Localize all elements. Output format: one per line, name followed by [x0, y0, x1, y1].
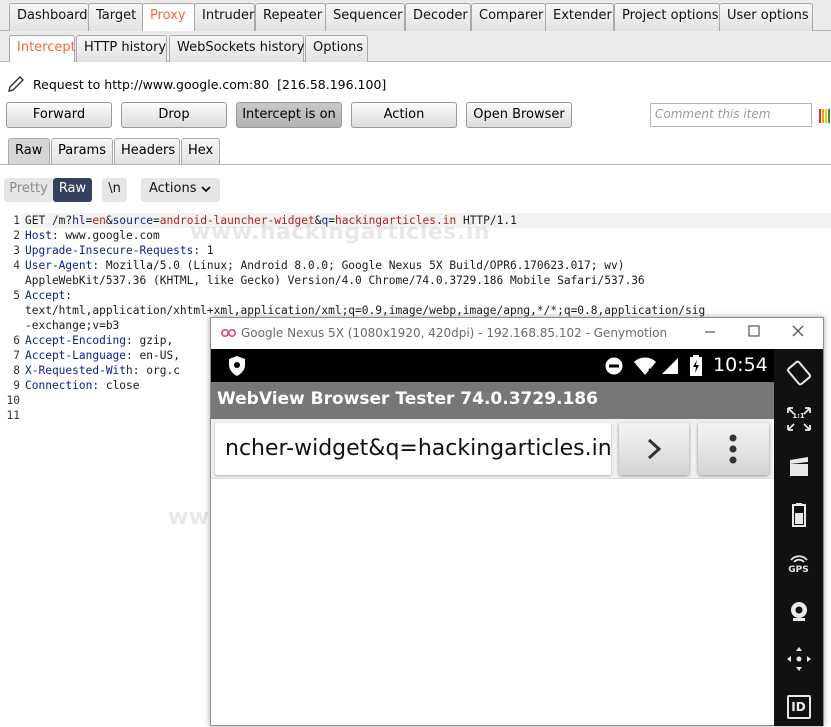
actions-label: Actions — [149, 181, 197, 196]
line-number-gutter: 1 2 3 4 5 6 7 8 9 10 11 — [0, 213, 20, 423]
scale-icon[interactable]: 1:1 — [774, 399, 823, 439]
line-number: 9 — [13, 379, 20, 392]
pretty-button[interactable]: Pretty — [4, 178, 53, 202]
tab-decoder[interactable]: Decoder — [405, 3, 471, 31]
clock: 10:54 — [713, 354, 768, 376]
tab-dashboard[interactable]: Dashboard — [9, 3, 89, 31]
line-number: 5 — [13, 289, 20, 302]
battery-charging-icon — [689, 355, 703, 381]
more-vertical-icon — [727, 434, 739, 468]
line-number: 8 — [13, 364, 20, 377]
forward-button[interactable]: Forward — [6, 102, 112, 128]
android-status-bar: 10:54 — [211, 349, 774, 382]
minimize-icon[interactable] — [703, 324, 717, 341]
request-line: User-Agent: Mozilla/5.0 (Linux; Android … — [25, 259, 625, 272]
line-number — [0, 318, 20, 333]
chevron-down-icon — [200, 183, 212, 199]
tab-raw[interactable]: Raw — [8, 138, 50, 164]
gps-icon[interactable]: GPS — [774, 543, 823, 583]
drop-button[interactable]: Drop — [121, 102, 227, 128]
go-button[interactable] — [619, 423, 689, 475]
open-browser-button[interactable]: Open Browser — [466, 102, 572, 128]
gps-label: GPS — [788, 565, 809, 575]
divider — [0, 164, 831, 165]
action-button[interactable]: Action — [351, 102, 457, 128]
request-line: Upgrade-Insecure-Requests: 1 — [25, 244, 214, 257]
line-number: 4 — [13, 259, 20, 272]
line-number: 10 — [6, 394, 20, 407]
tab-comparer[interactable]: Comparer — [471, 3, 546, 31]
request-line: text/html,application/xhtml+xml,applicat… — [25, 304, 706, 317]
tab-extender[interactable]: Extender — [545, 3, 614, 31]
tab-target[interactable]: Target — [88, 3, 143, 31]
do-not-disturb-icon — [605, 357, 623, 379]
proxy-tab-bar: Intercept HTTP history WebSockets histor… — [0, 31, 831, 62]
request-line: Accept: — [25, 289, 73, 302]
shield-notification-icon — [227, 355, 247, 381]
request-target: Request to http://www.google.com:80 [216… — [33, 77, 387, 92]
url-input[interactable]: ncher-widget&q=hackingarticles.in — [215, 423, 611, 475]
tab-params[interactable]: Params — [51, 138, 113, 164]
tab-intruder[interactable]: Intruder — [194, 3, 255, 31]
line-number — [0, 273, 20, 288]
tab-headers[interactable]: Headers — [114, 138, 180, 164]
rotate-icon[interactable] — [774, 353, 823, 393]
webcam-icon[interactable] — [774, 591, 823, 631]
line-number: 7 — [13, 349, 20, 362]
signal-icon — [661, 357, 679, 379]
emulator-title: Google Nexus 5X (1080x1920, 420dpi) - 19… — [241, 326, 668, 340]
tab-hex[interactable]: Hex — [181, 138, 220, 164]
newline-toggle-button[interactable]: \n — [102, 178, 127, 202]
scale-label: 1:1 — [792, 412, 805, 420]
line-number: 1 — [13, 214, 20, 227]
device-id-icon[interactable]: ID — [774, 687, 823, 727]
chevron-right-icon — [644, 437, 664, 465]
maximize-icon[interactable] — [747, 324, 761, 341]
request-line: AppleWebKit/537.36 (KHTML, like Gecko) V… — [25, 274, 645, 287]
tab-sequencer[interactable]: Sequencer — [325, 3, 405, 31]
intercept-toggle-button[interactable]: Intercept is on — [236, 102, 342, 128]
line-number: 11 — [6, 409, 20, 422]
tab-proxy[interactable]: Proxy — [142, 3, 195, 32]
emulator-window[interactable]: Google Nexus 5X (1080x1920, 420dpi) - 19… — [210, 317, 824, 726]
line-number: 2 — [13, 229, 20, 242]
emulator-title-bar: Google Nexus 5X (1080x1920, 420dpi) - 19… — [211, 318, 823, 349]
close-icon[interactable] — [791, 324, 805, 341]
line-number: 3 — [13, 244, 20, 257]
watermark: www.hackingarticles.in — [190, 220, 490, 245]
capture-icon[interactable] — [774, 447, 823, 487]
tab-websockets-history[interactable]: WebSockets history — [169, 35, 304, 62]
tab-user-options[interactable]: User options — [719, 3, 813, 31]
pencil-icon — [6, 74, 26, 98]
tab-intercept[interactable]: Intercept — [9, 35, 76, 62]
tab-options[interactable]: Options — [305, 35, 368, 62]
device-id-label: ID — [786, 695, 811, 719]
main-tab-bar: Dashboard Target Proxy Intruder Repeater… — [0, 0, 831, 32]
url-row: ncher-widget&q=hackingarticles.in — [211, 419, 774, 478]
overflow-menu-button[interactable] — [698, 423, 769, 475]
battery-icon[interactable] — [774, 495, 823, 535]
tab-http-history[interactable]: HTTP history — [76, 35, 167, 62]
actions-dropdown[interactable]: Actions — [141, 178, 220, 202]
line-number — [0, 303, 20, 318]
tab-project-options[interactable]: Project options — [614, 3, 720, 31]
line-number: 6 — [13, 334, 20, 347]
genymotion-toolbar: 1:1 GPS ID — [774, 349, 823, 726]
highlight-icon[interactable] — [818, 105, 831, 125]
app-title: WebView Browser Tester 74.0.3729.186 — [211, 382, 774, 419]
comment-input[interactable]: Comment this item — [650, 103, 812, 127]
tab-repeater[interactable]: Repeater — [255, 3, 326, 31]
dpad-icon[interactable] — [774, 639, 823, 679]
raw-button[interactable]: Raw — [53, 178, 92, 202]
webview-content[interactable] — [211, 478, 774, 725]
wifi-icon — [633, 356, 657, 380]
genymotion-logo-icon — [220, 327, 237, 341]
